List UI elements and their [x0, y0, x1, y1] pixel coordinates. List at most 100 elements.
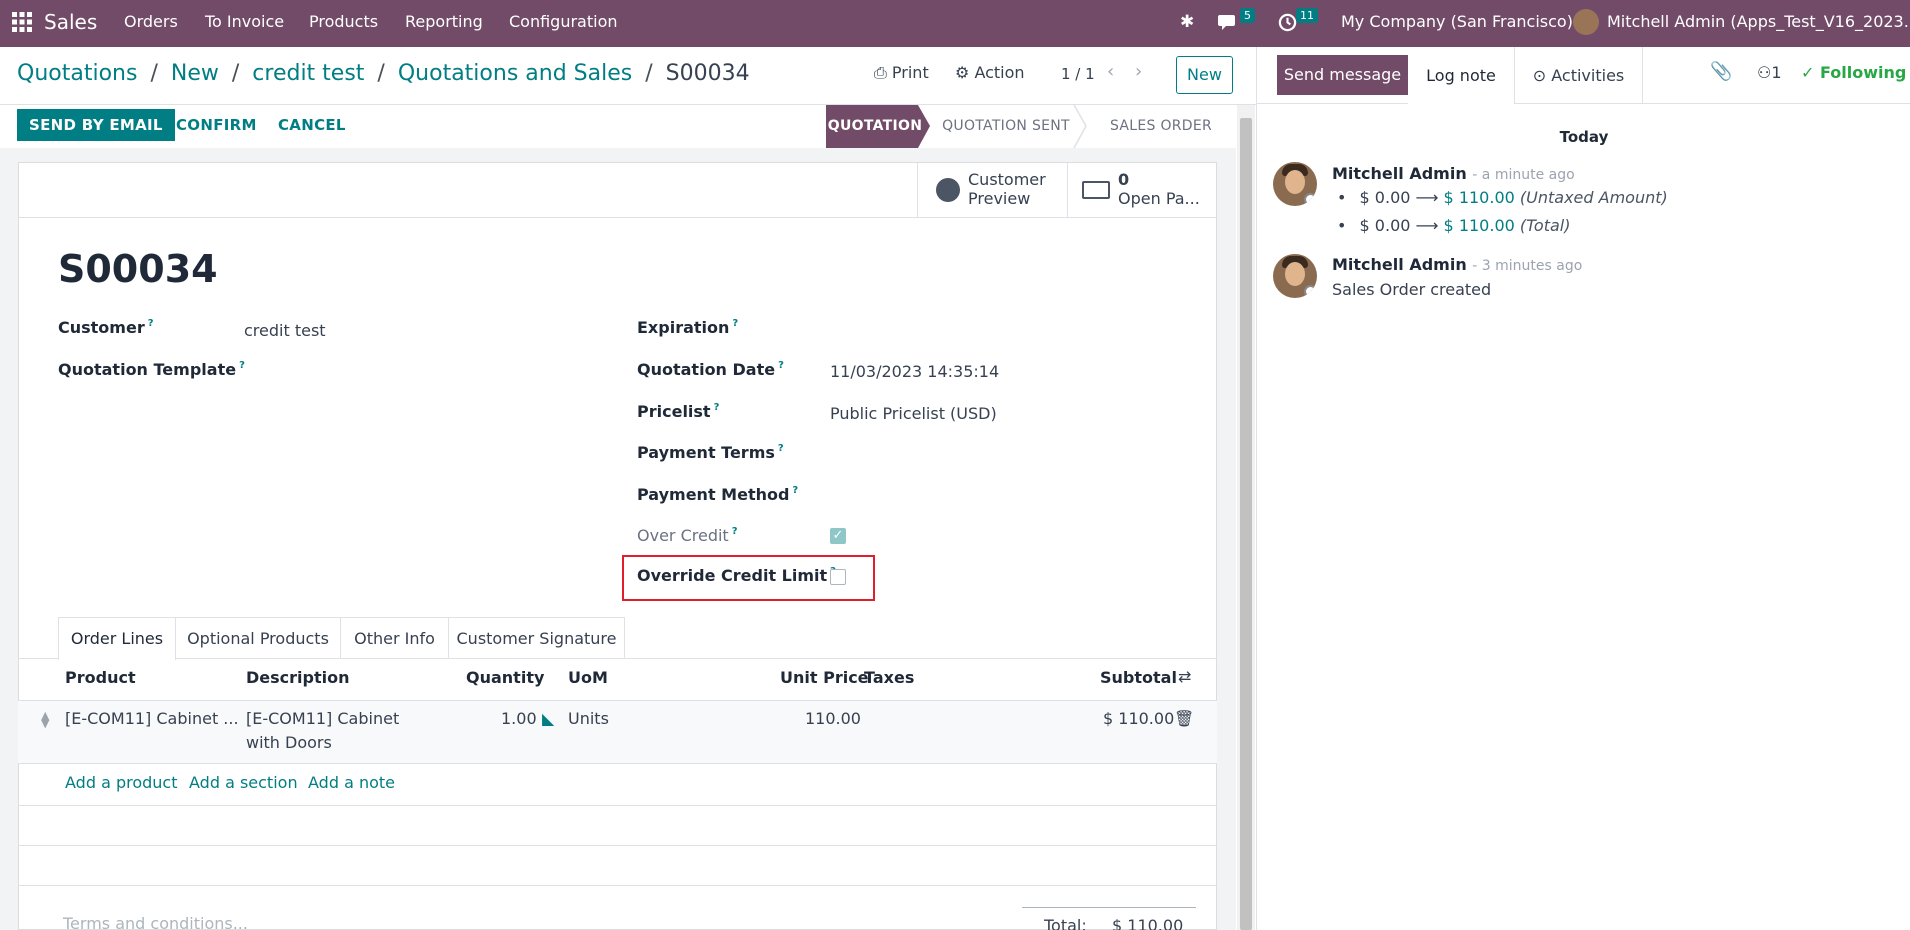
drag-handle-icon[interactable]: ▲ ▼: [41, 710, 49, 729]
cancel-button[interactable]: CANCEL: [278, 109, 346, 141]
user-avatar[interactable]: [1573, 9, 1599, 35]
column-header-uom[interactable]: UoM: [568, 668, 608, 687]
apps-menu-icon[interactable]: [12, 0, 32, 47]
column-header-quantity[interactable]: Quantity: [466, 668, 544, 687]
menu-to-invoice[interactable]: To Invoice: [205, 0, 284, 47]
debug-bug-icon[interactable]: ✱: [1180, 0, 1194, 47]
row-divider: [18, 845, 1217, 846]
following-label: Following: [1819, 63, 1907, 82]
breadcrumb-separator: /: [231, 61, 240, 86]
app-name[interactable]: Sales: [44, 0, 97, 47]
quotation-date-label: Quotation Date: [637, 360, 776, 379]
payments-count: 0: [1118, 170, 1130, 189]
user-menu[interactable]: Mitchell Admin (Apps_Test_V16_2023...: [1607, 0, 1910, 47]
help-tooltip-icon[interactable]: ?: [148, 318, 154, 329]
trash-icon[interactable]: 🗑: [1174, 709, 1194, 728]
column-header-unit-price[interactable]: Unit Price: [780, 668, 869, 687]
open-payments-button[interactable]: 0 Open Pa...: [1067, 163, 1216, 218]
breadcrumb-credit-test[interactable]: credit test: [252, 61, 364, 86]
help-tooltip-icon[interactable]: ?: [732, 318, 738, 329]
chatter-panel: Send message Log note ⊙ Activities 📎 ⚇1 …: [1256, 47, 1910, 930]
help-tooltip-icon[interactable]: ?: [778, 443, 784, 454]
activities-button[interactable]: ⊙ Activities: [1515, 47, 1643, 104]
tab-other-info[interactable]: Other Info: [341, 617, 449, 659]
line-uom[interactable]: Units: [568, 709, 609, 728]
breadcrumb-current: S00034: [665, 61, 750, 86]
optional-columns-icon[interactable]: ⇄: [1178, 667, 1191, 686]
help-tooltip-icon[interactable]: ?: [792, 485, 798, 496]
terms-field[interactable]: Terms and conditions...: [63, 914, 248, 930]
forecast-chart-icon[interactable]: ◣: [542, 709, 554, 728]
menu-orders[interactable]: Orders: [124, 0, 178, 47]
following-button[interactable]: ✓ Following: [1801, 63, 1906, 82]
customer-label: Customer?: [58, 318, 154, 337]
pager-next-icon[interactable]: ›: [1135, 61, 1142, 82]
payment-terms-field[interactable]: [830, 440, 1160, 466]
send-by-email-button[interactable]: SEND BY EMAIL: [17, 109, 175, 141]
help-tooltip-icon[interactable]: ?: [714, 402, 720, 413]
form-scrollbar[interactable]: [1237, 105, 1255, 930]
menu-configuration[interactable]: Configuration: [509, 0, 618, 47]
help-tooltip-icon[interactable]: ?: [778, 360, 784, 371]
field-name: (Untaxed Amount): [1519, 188, 1668, 207]
expiration-label: Expiration: [637, 318, 730, 337]
override-credit-limit-checkbox[interactable]: [830, 569, 846, 585]
paperclip-icon[interactable]: 📎: [1710, 61, 1732, 82]
total-value: $ 110.00: [1112, 916, 1184, 930]
breadcrumb-new[interactable]: New: [171, 61, 219, 86]
send-message-button[interactable]: Send message: [1277, 55, 1408, 95]
add-section-link[interactable]: Add a section: [189, 773, 298, 792]
pricelist-field[interactable]: Public Pricelist (USD): [830, 404, 997, 423]
breadcrumb-quotations[interactable]: Quotations: [17, 61, 137, 86]
followers-button[interactable]: ⚇1: [1757, 63, 1782, 82]
messages-icon[interactable]: [1218, 0, 1240, 47]
confirm-button[interactable]: CONFIRM: [176, 109, 257, 141]
breadcrumb-quotations-and-sales[interactable]: Quotations and Sales: [398, 61, 632, 86]
stage-quotation[interactable]: QUOTATION: [826, 105, 924, 147]
add-note-link[interactable]: Add a note: [308, 773, 395, 792]
customer-preview-button[interactable]: Customer Preview: [917, 163, 1067, 218]
company-switcher[interactable]: My Company (San Francisco): [1341, 0, 1573, 47]
column-header-product[interactable]: Product: [65, 668, 136, 687]
line-description-2[interactable]: with Doors: [246, 733, 332, 752]
pager-value[interactable]: 1 / 1: [1061, 65, 1095, 83]
avatar[interactable]: [1273, 162, 1317, 206]
avatar[interactable]: [1273, 254, 1317, 298]
log-note-button[interactable]: Log note: [1408, 47, 1515, 104]
add-product-link[interactable]: Add a product: [65, 773, 178, 792]
bullet: •: [1337, 216, 1347, 235]
line-unit-price[interactable]: 110.00: [805, 709, 861, 728]
author-name[interactable]: Mitchell Admin: [1332, 164, 1467, 183]
action-label: Action: [974, 63, 1025, 82]
new-record-button[interactable]: New: [1176, 56, 1233, 94]
action-button[interactable]: ⚙ Action: [955, 63, 1025, 82]
scrollbar-thumb[interactable]: [1240, 118, 1252, 930]
pager-previous-icon[interactable]: ‹: [1107, 61, 1114, 82]
tab-optional-products[interactable]: Optional Products: [176, 617, 341, 659]
quotation-template-field[interactable]: [244, 356, 574, 382]
column-header-description[interactable]: Description: [246, 668, 349, 687]
menu-reporting[interactable]: Reporting: [405, 0, 483, 47]
quotation-date-field[interactable]: 11/03/2023 14:35:14: [830, 362, 999, 381]
record-title: S00034: [58, 247, 218, 291]
breadcrumb-separator: /: [377, 61, 385, 86]
column-header-subtotal[interactable]: Subtotal: [1100, 668, 1177, 687]
expiration-field[interactable]: [830, 314, 1160, 340]
print-button[interactable]: ⎙ Print: [874, 63, 929, 83]
help-tooltip-icon[interactable]: ?: [732, 526, 738, 537]
tab-order-lines[interactable]: Order Lines: [58, 617, 176, 660]
line-product[interactable]: [E-COM11] Cabinet ...: [65, 709, 239, 728]
line-quantity[interactable]: 1.00: [501, 709, 537, 728]
stage-quotation-sent[interactable]: QUOTATION SENT: [936, 105, 1076, 147]
author-name[interactable]: Mitchell Admin: [1332, 255, 1467, 274]
customer-field[interactable]: credit test: [244, 321, 326, 340]
menu-products[interactable]: Products: [309, 0, 378, 47]
clock-icon: ⊙: [1532, 66, 1547, 85]
tab-customer-signature[interactable]: Customer Signature: [449, 617, 625, 659]
column-header-taxes[interactable]: Taxes: [864, 668, 914, 687]
payment-method-field[interactable]: [830, 482, 1160, 508]
line-description-1[interactable]: [E-COM11] Cabinet: [246, 709, 399, 728]
stage-sales-order[interactable]: SALES ORDER: [1096, 105, 1226, 147]
quotation-template-label: Quotation Template?: [58, 360, 245, 379]
activities-clock-icon[interactable]: [1278, 0, 1297, 47]
